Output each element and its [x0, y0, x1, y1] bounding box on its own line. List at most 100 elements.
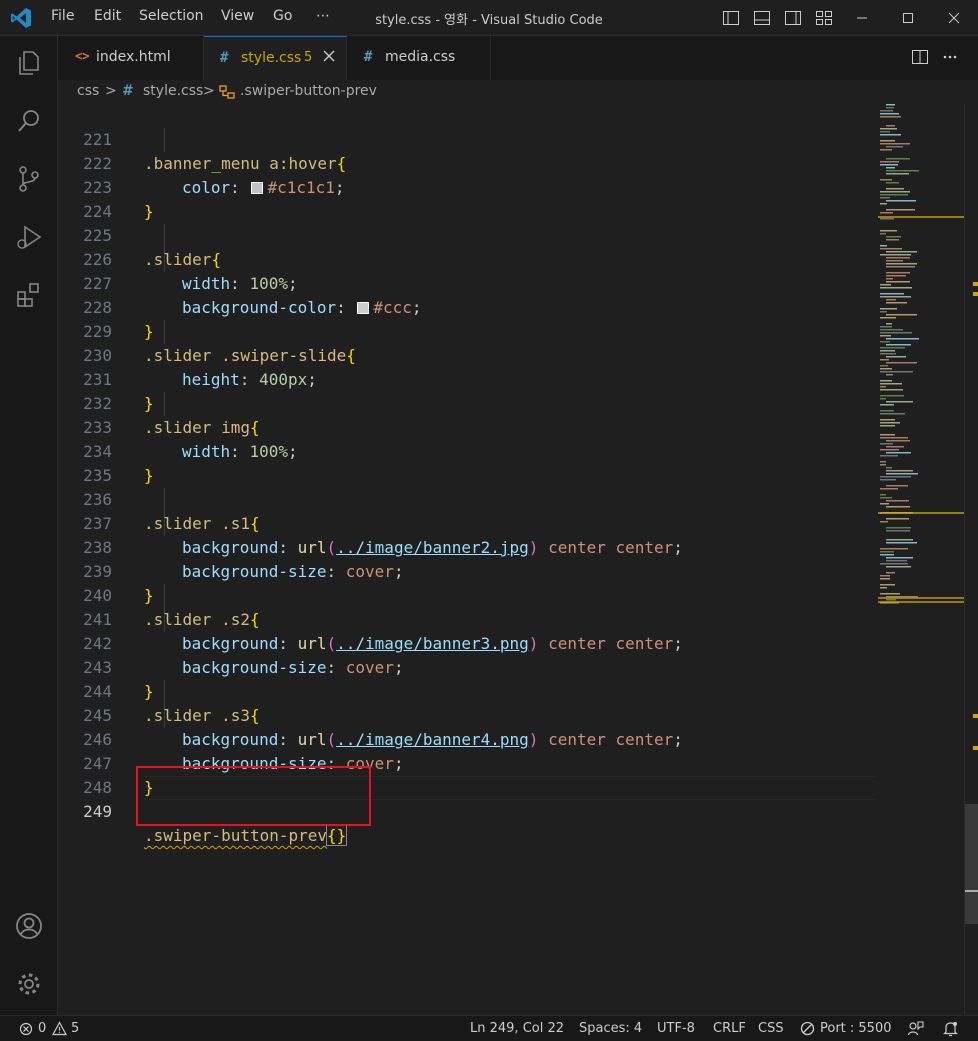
code-line: 228 } — [58, 272, 878, 341]
close-window-icon[interactable] — [945, 9, 963, 27]
code-line: 246 background-size: cover; — [58, 704, 878, 773]
css-file-icon: # — [122, 83, 134, 99]
tab-style-css[interactable]: # style.css 5 — [204, 36, 347, 80]
minimap-warning-band — [878, 601, 964, 603]
settings-gear-icon[interactable] — [14, 969, 44, 999]
search-icon[interactable] — [14, 106, 44, 136]
tab-media-css[interactable]: # media.css — [348, 36, 491, 80]
minimap-code-line — [880, 296, 911, 298]
minimap-code-line — [880, 455, 898, 457]
toggle-primary-sidebar-icon[interactable] — [722, 9, 740, 27]
minimap-code-line — [886, 440, 910, 442]
code-line: 222 color: #c1c1c1; — [58, 128, 878, 197]
minimap-code-line — [880, 317, 896, 319]
minimap-code-line — [886, 302, 907, 304]
source-control-icon[interactable] — [14, 164, 44, 194]
css-file-icon: # — [220, 50, 229, 66]
live-server-port[interactable]: Port : 5500 — [820, 1021, 892, 1036]
minimap-code-line — [886, 500, 909, 502]
close-tab-icon[interactable] — [321, 48, 337, 64]
minimap-code-line — [880, 368, 892, 370]
minimap-code-line — [880, 551, 894, 553]
minimap-code-line — [880, 293, 904, 295]
minimap-code-line — [886, 374, 893, 376]
toggle-panel-icon[interactable] — [753, 9, 771, 27]
minimap-code-line — [880, 578, 890, 580]
more-actions-icon[interactable] — [941, 48, 959, 66]
minimap-code-line — [886, 323, 892, 325]
selector-with-warning[interactable]: .swiper-button-prev — [144, 826, 327, 845]
minimap-code-line — [880, 233, 886, 235]
code-line: 227 background-color: #ccc; — [58, 248, 878, 317]
breadcrumb-folder[interactable]: css — [77, 83, 99, 99]
toggle-secondary-sidebar-icon[interactable] — [784, 9, 802, 27]
minimap-warning-band — [878, 512, 964, 514]
minimap-code-line — [886, 485, 908, 487]
minimap-warning-band — [878, 216, 964, 218]
code-editor[interactable]: 221 .banner_menu a:hover{ 222 color: #c1… — [58, 104, 878, 1014]
minimap-code-line — [880, 383, 902, 385]
notifications-bell-icon[interactable] — [942, 1020, 959, 1037]
minimap-code-line — [880, 149, 892, 151]
language-mode[interactable]: CSS — [758, 1021, 784, 1036]
scrollbar-thumb[interactable] — [965, 804, 978, 924]
feedback-icon[interactable] — [907, 1020, 924, 1037]
minimap-code-line — [886, 599, 896, 601]
minimap-code-line — [886, 272, 910, 274]
minimap-code-line — [886, 344, 911, 346]
indentation[interactable]: Spaces: 4 — [579, 1021, 642, 1036]
minimap-code-line — [880, 332, 912, 334]
minimap-code-line — [880, 548, 908, 550]
warning-marker — [973, 292, 978, 296]
split-editor-icon[interactable] — [911, 48, 929, 66]
line-number: 249 — [83, 802, 112, 821]
code-line: 237 background: url(../image/banner2.jpg… — [58, 488, 878, 557]
encoding[interactable]: UTF-8 — [657, 1021, 695, 1036]
warning-icon[interactable] — [52, 1021, 67, 1036]
minimap-code-line — [886, 182, 899, 184]
code-line: 240 .slider .s2{ — [58, 560, 878, 629]
minimap-code-line — [880, 254, 911, 256]
maximize-icon[interactable] — [899, 9, 917, 27]
accounts-icon[interactable] — [14, 911, 44, 941]
minimap-code-line — [880, 488, 898, 490]
breadcrumb-file[interactable]: style.css — [143, 83, 203, 99]
minimap-code-line — [880, 161, 899, 163]
minimap-code-line — [886, 188, 904, 190]
minimap-code-line — [886, 104, 895, 106]
code-line: 230 height: 400px; — [58, 320, 878, 389]
minimap-code-line — [880, 413, 905, 415]
run-debug-icon[interactable] — [14, 222, 44, 252]
minimap-code-line — [886, 167, 895, 169]
minimize-icon[interactable] — [853, 9, 871, 27]
minimap-code-line — [880, 203, 887, 205]
code-line: 239 } — [58, 536, 878, 605]
minimap-code-line — [886, 338, 919, 340]
code-line: 221 .banner_menu a:hover{ — [58, 104, 878, 173]
minimap-code-line — [886, 278, 893, 280]
minimap[interactable] — [878, 104, 964, 1014]
warning-count[interactable]: 5 — [71, 1021, 79, 1036]
vertical-scrollbar[interactable] — [964, 104, 978, 1014]
error-count[interactable]: 0 — [38, 1021, 46, 1036]
minimap-code-line — [880, 113, 899, 115]
brace-pair: {} — [326, 825, 348, 846]
minimap-code-line — [880, 437, 908, 439]
minimap-code-line — [880, 386, 886, 388]
extensions-icon[interactable] — [14, 280, 44, 310]
breadcrumb-symbol[interactable]: .swiper-button-prev — [240, 83, 377, 99]
code-line: 225 .slider{ — [58, 200, 878, 269]
line-ending[interactable]: CRLF — [713, 1021, 746, 1036]
minimap-code-line — [880, 380, 892, 382]
error-icon[interactable] — [19, 1022, 33, 1036]
minimap-code-line — [880, 419, 895, 421]
code-line: 235 — [58, 440, 878, 485]
cursor-position[interactable]: Ln 249, Col 22 — [470, 1021, 564, 1036]
tab-index-html[interactable]: <> index.html — [58, 36, 204, 80]
minimap-code-line — [886, 281, 910, 283]
explorer-icon[interactable] — [14, 48, 44, 78]
minimap-code-line — [880, 116, 901, 118]
code-line: 247 } — [58, 728, 878, 797]
live-server-icon[interactable] — [800, 1021, 815, 1036]
customize-layout-icon[interactable] — [815, 9, 833, 27]
